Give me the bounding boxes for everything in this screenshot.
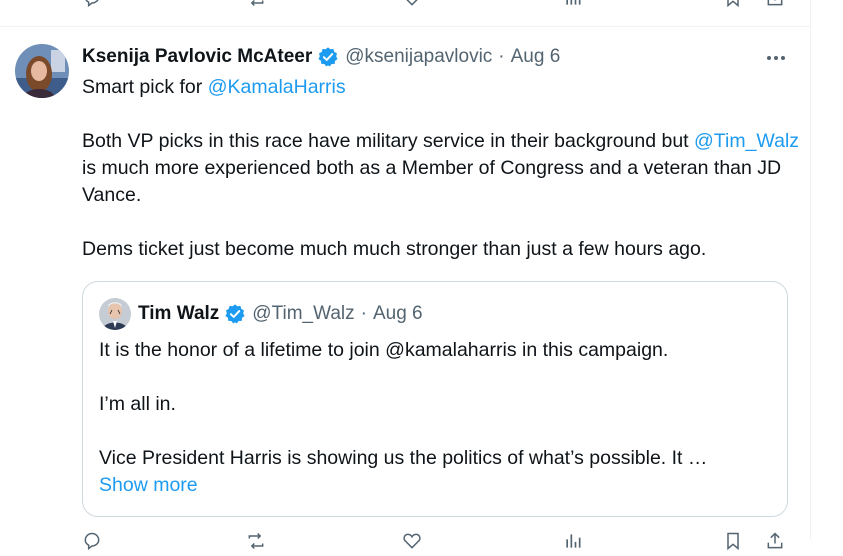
repost-icon[interactable] [246,531,266,551]
timeline-column: 31 Ksenija Pavlovic McAteer @ksenijapavl… [0,0,811,551]
tweet-action-bar [80,531,800,551]
verified-badge-icon[interactable] [317,46,339,68]
like-icon[interactable] [402,531,422,551]
header-separator: · [498,46,505,67]
reply-icon[interactable] [82,531,102,551]
previous-tweet-action-bar: 31 [80,0,800,8]
show-more-link[interactable]: Show more [99,474,198,496]
verified-badge-icon [224,303,246,325]
author-avatar[interactable] [15,44,69,98]
views-icon[interactable] [563,0,583,8]
tweet-line-1: Smart pick for @KamalaHarris [82,76,346,98]
reply-icon[interactable] [82,0,102,8]
repost-icon[interactable] [246,0,266,8]
quote-header-separator: · [360,303,367,324]
tweet-divider [0,26,810,27]
bookmark-icon[interactable] [723,0,743,8]
like-icon[interactable] [402,0,422,8]
share-icon[interactable] [765,531,785,551]
more-options-icon[interactable] [764,46,788,70]
mention-kamalaharris[interactable]: @KamalaHarris [208,76,346,98]
quoted-tweet-card[interactable]: Tim Walz @Tim_Walz · Aug 6 It is the hon… [82,281,788,517]
quote-header: Tim Walz @Tim_Walz · Aug 6 [138,302,423,326]
tweet-text: Smart pick for @KamalaHarris Both VP pic… [82,74,802,263]
quote-date: Aug 6 [372,303,423,324]
author-handle[interactable]: @ksenijapavlovic [345,46,492,68]
tweet-date[interactable]: Aug 6 [511,46,561,68]
tweet-paragraph-3: Dems ticket just become much much strong… [82,238,707,260]
quote-paragraph-2: I’m all in. [99,393,176,415]
quote-author-avatar [99,298,131,330]
quote-author-handle: @Tim_Walz [252,303,355,324]
mention-tim-walz[interactable]: @Tim_Walz [694,130,799,152]
quote-paragraph-1: It is the honor of a lifetime to join @k… [99,339,669,361]
quote-text: It is the honor of a lifetime to join @k… [99,337,769,499]
quote-author-name: Tim Walz [138,303,220,324]
views-icon[interactable] [563,531,583,551]
author-name[interactable]: Ksenija Pavlovic McAteer [82,46,312,68]
tweet-header: Ksenija Pavlovic McAteer @ksenijapavlovi… [82,45,560,69]
quote-paragraph-3: Vice President Harris is showing us the … [99,447,708,469]
share-icon[interactable] [765,0,785,8]
bookmark-icon[interactable] [723,531,743,551]
tweet-paragraph-2: Both VP picks in this race have military… [82,130,800,206]
